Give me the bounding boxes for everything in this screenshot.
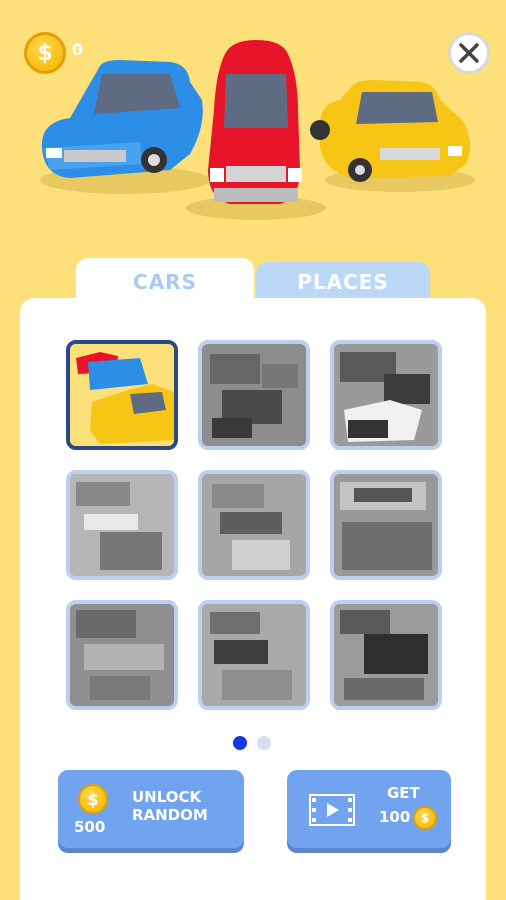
- unlock-price: 500: [74, 818, 106, 836]
- collection-thumb-locked[interactable]: [66, 470, 178, 580]
- hero-cars-illustration: [40, 40, 475, 220]
- page-dot-1[interactable]: [233, 736, 247, 750]
- close-icon: [459, 43, 479, 63]
- collection-thumb-locked[interactable]: [66, 600, 178, 710]
- yellow-car: [310, 80, 475, 192]
- get-amount: 100: [379, 808, 411, 826]
- get-label: GET: [387, 784, 420, 802]
- coin-icon: $: [413, 806, 437, 830]
- blue-car: [40, 60, 210, 194]
- collection-thumb-locked[interactable]: [330, 600, 442, 710]
- unlock-random-button[interactable]: $ 500 UNLOCK RANDOM: [58, 770, 244, 848]
- tab-cars[interactable]: CARS: [76, 258, 254, 306]
- pagination-dots: [233, 736, 271, 750]
- collection-thumb-locked[interactable]: [198, 470, 310, 580]
- close-button[interactable]: [448, 32, 490, 74]
- page-dot-2[interactable]: [257, 736, 271, 750]
- unlock-label: UNLOCK RANDOM: [132, 788, 208, 824]
- collection-thumb-locked[interactable]: [198, 340, 310, 450]
- collection-thumb-locked[interactable]: [198, 600, 310, 710]
- coin-icon: $: [78, 784, 108, 814]
- collection-grid: [66, 340, 442, 710]
- collection-thumb-locked[interactable]: [330, 340, 442, 450]
- video-icon: [309, 794, 355, 826]
- tab-places[interactable]: PLACES: [256, 262, 430, 302]
- collection-thumb-locked[interactable]: [330, 470, 442, 580]
- red-car: [186, 40, 326, 220]
- watch-video-button[interactable]: GET 100 $: [287, 770, 451, 848]
- collection-thumb-cars[interactable]: [66, 340, 178, 450]
